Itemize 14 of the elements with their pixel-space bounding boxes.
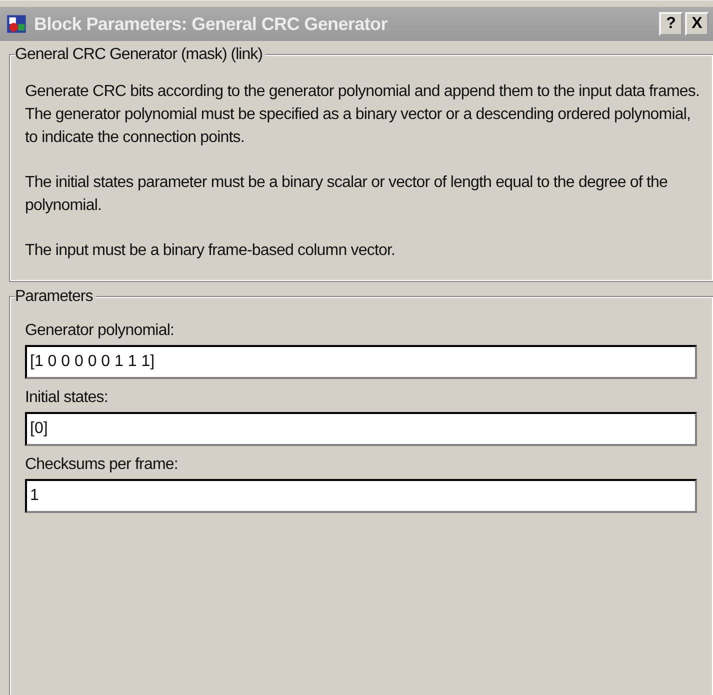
field-label: Generator polynomial: bbox=[25, 322, 176, 340]
group-legend: General CRC Generator (mask) (link) bbox=[15, 46, 266, 64]
close-button[interactable]: X bbox=[685, 12, 709, 36]
description-text: The input must be a binary frame-based column vector. bbox=[25, 241, 396, 261]
help-button[interactable]: ? bbox=[659, 12, 683, 36]
block-diagram-icon bbox=[6, 13, 28, 35]
field-label: Initial states: bbox=[25, 389, 109, 407]
window-title: Block Parameters: General CRC Generator bbox=[34, 14, 388, 34]
input-field[interactable]: [0] bbox=[25, 412, 697, 446]
field-label: Checksums per frame: bbox=[25, 456, 179, 474]
description-text: The initial states parameter must be a binary scalar or vector of length equal to the degree of the polynomial. bbox=[25, 173, 669, 216]
input-field[interactable]: 1 bbox=[25, 479, 697, 513]
input-field[interactable]: [1 0 0 0 0 0 1 1 1] bbox=[25, 345, 697, 379]
description-text: Generate CRC bits according to the generator polynomial and append them to the input data frames. The generator polynomial must be specified as a binary vector or a descending ordered polynomial, to indicate the connection points. bbox=[25, 82, 700, 148]
